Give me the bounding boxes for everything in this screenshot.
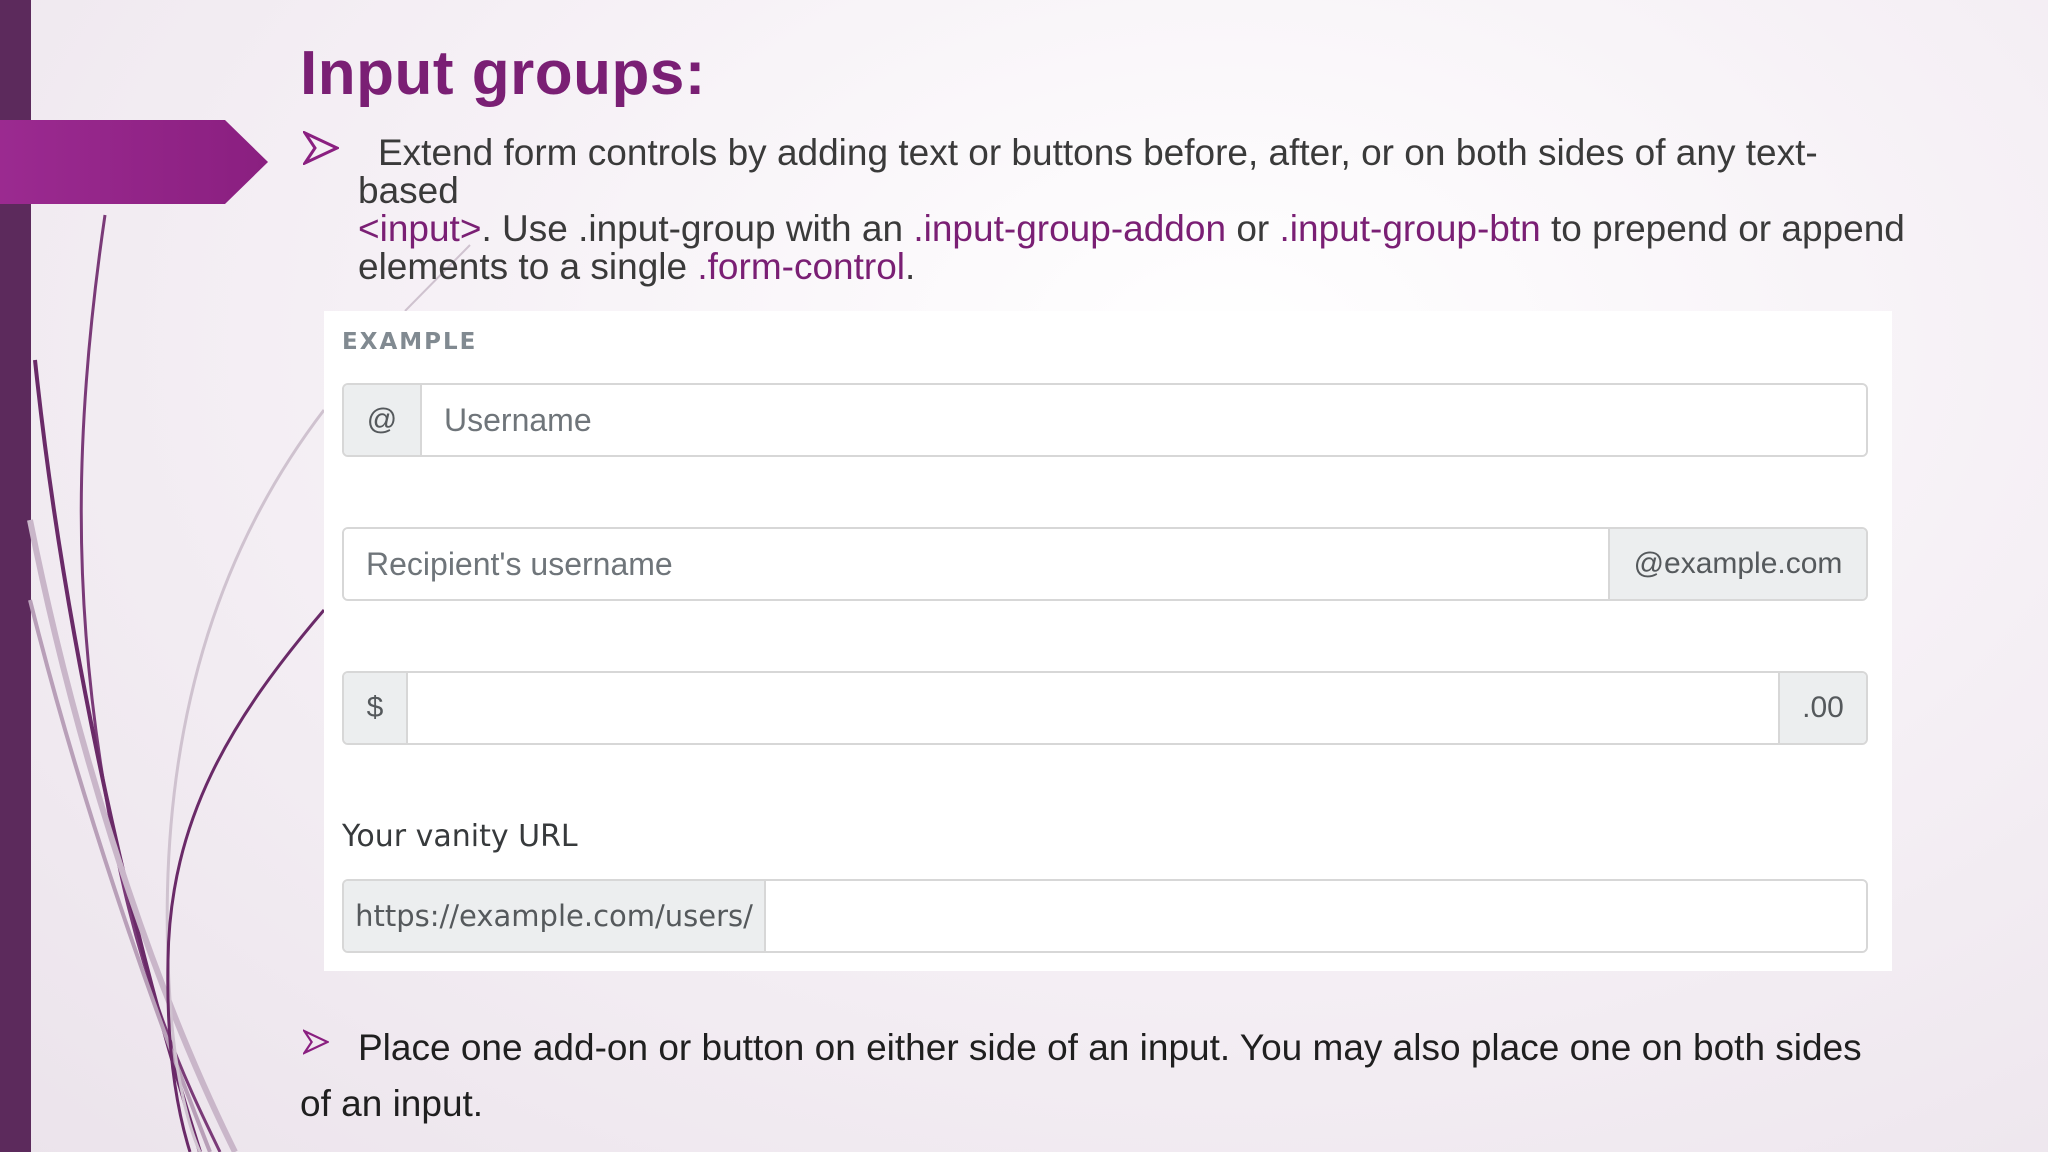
arrow-bullet-icon (303, 131, 339, 165)
example-panel: EXAMPLE @ @example.com $ .00 Your vanity… (324, 311, 1892, 971)
at-addon: @ (344, 385, 422, 455)
username-input[interactable] (422, 385, 1866, 455)
domain-addon: @example.com (1608, 529, 1866, 599)
cents-addon: .00 (1778, 673, 1866, 743)
example-label: EXAMPLE (342, 329, 478, 355)
input-group-recipient: @example.com (342, 527, 1868, 601)
page-title: Input groups: (300, 39, 706, 108)
bullet-text-2: Place one add-on or button on either sid… (300, 1027, 1862, 1124)
title-tab-shape (0, 120, 268, 204)
input-group-username: @ (342, 383, 1868, 457)
input-group-vanity-url: https://example.com/users/ (342, 879, 1868, 953)
url-prefix-addon: https://example.com/users/ (344, 881, 766, 951)
recipient-username-input[interactable] (344, 529, 1608, 599)
amount-input[interactable] (408, 673, 1778, 743)
vanity-url-label: Your vanity URL (342, 819, 578, 854)
dollar-addon: $ (344, 673, 408, 743)
left-accent-bar (0, 0, 31, 1152)
input-group-amount: $ .00 (342, 671, 1868, 745)
bullet-text-1: Extend form controls by adding text or b… (358, 132, 1905, 287)
vanity-url-input[interactable] (766, 881, 1866, 951)
